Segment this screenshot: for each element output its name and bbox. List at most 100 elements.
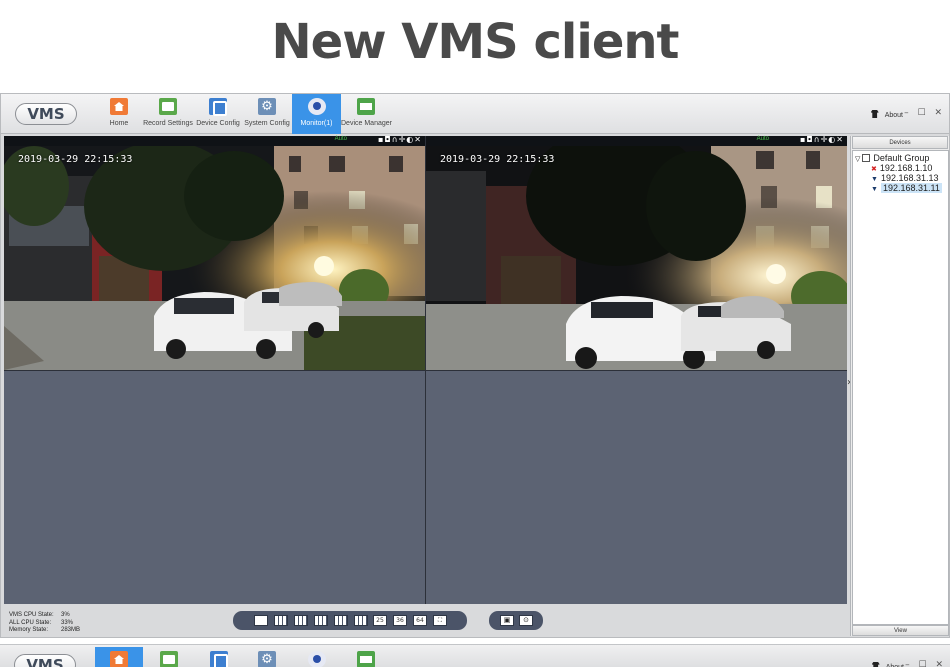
group-icon	[862, 154, 871, 162]
stop-icon[interactable]: ⊙	[519, 615, 533, 626]
layout-9-button[interactable]	[334, 615, 348, 626]
system-config-label: System Config	[244, 120, 290, 127]
record-settings-icon	[159, 98, 177, 115]
monitor-button[interactable]	[303, 647, 331, 667]
shirt-icon	[870, 110, 879, 118]
device-config-icon	[210, 651, 228, 667]
monitor-icon	[307, 98, 326, 115]
fullscreen-icon[interactable]: ⛶	[433, 615, 447, 626]
stream-mode-label[interactable]: Auto	[757, 136, 769, 142]
about-label: About	[884, 112, 903, 119]
monitor-tab[interactable]: Monitor(1)	[292, 94, 341, 134]
pane-toolbar: Auto ▪◘∩✛◐✕	[4, 135, 425, 146]
view-button[interactable]: View	[852, 625, 949, 636]
device-ip: 192.168.31.13	[880, 173, 939, 183]
device-config-button[interactable]	[205, 647, 233, 667]
device-manager-button[interactable]: Device Manager	[341, 94, 392, 134]
camera-timestamp: 2019-03-29 22:15:33	[440, 154, 555, 165]
home-label: Home	[109, 120, 129, 127]
offline-camera-icon: ✖	[871, 166, 877, 173]
pane-controls[interactable]: ▪◘∩✛◐✕	[800, 135, 844, 144]
record-settings-icon	[160, 651, 178, 667]
monitor-label: Monitor(1)	[300, 120, 333, 127]
camera-icon: ▼	[871, 176, 878, 183]
vms-cpu-value: 3%	[61, 612, 70, 618]
device-ip: 192.168.31.11	[880, 183, 942, 193]
system-config-icon	[258, 651, 276, 667]
pane-toolbar: Auto ▪◘∩✛◐✕	[426, 135, 847, 146]
status-bar: VMS CPU State: 3% ALL CPU State: 33% Memor…	[1, 604, 849, 636]
device-item[interactable]: ▼ 192.168.31.13	[853, 173, 948, 183]
video-pane-1[interactable]: Auto ▪◘∩✛◐✕ 2019-03-29 22:15:33	[4, 135, 425, 370]
layout-64-button[interactable]: 64	[413, 615, 427, 626]
banner: New VMS client	[0, 0, 950, 92]
device-ip: 192.168.1.10	[879, 163, 933, 173]
all-cpu-value: 33%	[61, 619, 74, 626]
record-settings-button[interactable]: Record Settings	[143, 94, 193, 134]
layout-36-button[interactable]: 36	[393, 615, 407, 626]
system-config-button[interactable]	[253, 647, 281, 667]
device-manager-icon	[357, 651, 375, 667]
home-icon	[110, 651, 128, 667]
system-stats: VMS CPU State: 3% ALL CPU State: 33% Memor…	[9, 612, 80, 635]
camera-icon: ▼	[871, 186, 878, 193]
chevron-down-icon[interactable]: ▽	[855, 156, 860, 163]
camera-timestamp: 2019-03-29 22:15:33	[18, 154, 133, 165]
devices-header: Devices	[852, 136, 948, 149]
street-scene-image	[4, 146, 425, 370]
device-manager-label: Device Manager	[341, 120, 392, 127]
duplicate-toolbar-strip: VMS About – ☐ ✕	[0, 644, 950, 667]
street-scene-image	[426, 146, 847, 370]
video-pane-4[interactable]	[426, 371, 847, 604]
layout-8-button[interactable]	[314, 615, 328, 626]
video-pane-3[interactable]	[4, 371, 425, 604]
device-manager-button[interactable]	[352, 647, 380, 667]
shirt-icon	[871, 662, 880, 667]
banner-title: New VMS client	[271, 14, 679, 70]
device-manager-icon	[357, 98, 375, 115]
save-icon[interactable]: ▣	[500, 615, 514, 626]
vms-logo: VMS	[15, 103, 77, 125]
system-config-icon	[258, 98, 276, 115]
layout-25-button[interactable]: 25	[373, 615, 387, 626]
all-cpu-label: ALL CPU State:	[9, 619, 52, 626]
device-config-icon	[209, 98, 227, 116]
home-button[interactable]: Home	[105, 94, 133, 134]
vms-logo: VMS	[14, 654, 76, 667]
window-controls[interactable]: – ☐ ✕	[904, 108, 945, 118]
home-tab[interactable]	[95, 647, 143, 667]
about-button[interactable]: About	[870, 110, 903, 119]
record-settings-label: Record Settings	[143, 120, 193, 127]
stream-mode-label[interactable]: Auto	[335, 136, 347, 142]
device-item-selected[interactable]: ▼ 192.168.31.11	[853, 183, 948, 193]
record-settings-button[interactable]	[155, 647, 183, 667]
window-controls[interactable]: – ☐ ✕	[905, 660, 946, 667]
device-config-button[interactable]: Device Config	[196, 94, 240, 134]
video-grid: Auto ▪◘∩✛◐✕ 2019-03-29 22:15:33 Auto ▪◘∩…	[4, 135, 847, 604]
layout-4-button[interactable]	[274, 615, 288, 626]
system-config-button[interactable]: System Config	[244, 94, 290, 134]
device-item[interactable]: ✖ 192.168.1.10	[853, 163, 948, 173]
video-pane-2[interactable]: Auto ▪◘∩✛◐✕ 2019-03-29 22:15:33	[426, 135, 847, 370]
vms-cpu-label: VMS CPU State:	[9, 612, 54, 618]
layout-16-button[interactable]	[354, 615, 368, 626]
home-icon	[110, 98, 128, 115]
group-label: Default Group	[873, 153, 930, 163]
camera-feed	[426, 146, 847, 370]
memory-value: 283MB	[61, 627, 81, 633]
action-buttons: ▣ ⊙	[489, 611, 543, 630]
memory-label: Memory State:	[9, 627, 49, 633]
layout-1-button[interactable]	[254, 615, 268, 626]
monitor-icon	[308, 651, 326, 667]
layout-switcher: 25 36 64 ⛶	[233, 611, 467, 630]
devices-panel: Devices ▽ Default Group ✖ 192.168.1.10 ▼ 19…	[850, 136, 949, 636]
main-toolbar: VMS Home Record Settings Device Config S…	[1, 94, 949, 134]
layout-6-button[interactable]	[294, 615, 308, 626]
about-button[interactable]: About	[871, 662, 904, 667]
device-tree: ▽ Default Group ✖ 192.168.1.10 ▼ 192.168.31…	[852, 150, 949, 625]
device-config-label: Device Config	[196, 120, 240, 127]
vms-window: VMS Home Record Settings Device Config S…	[0, 93, 950, 638]
tree-group[interactable]: ▽ Default Group	[853, 153, 948, 163]
camera-feed	[4, 146, 425, 370]
pane-controls[interactable]: ▪◘∩✛◐✕	[378, 135, 422, 144]
